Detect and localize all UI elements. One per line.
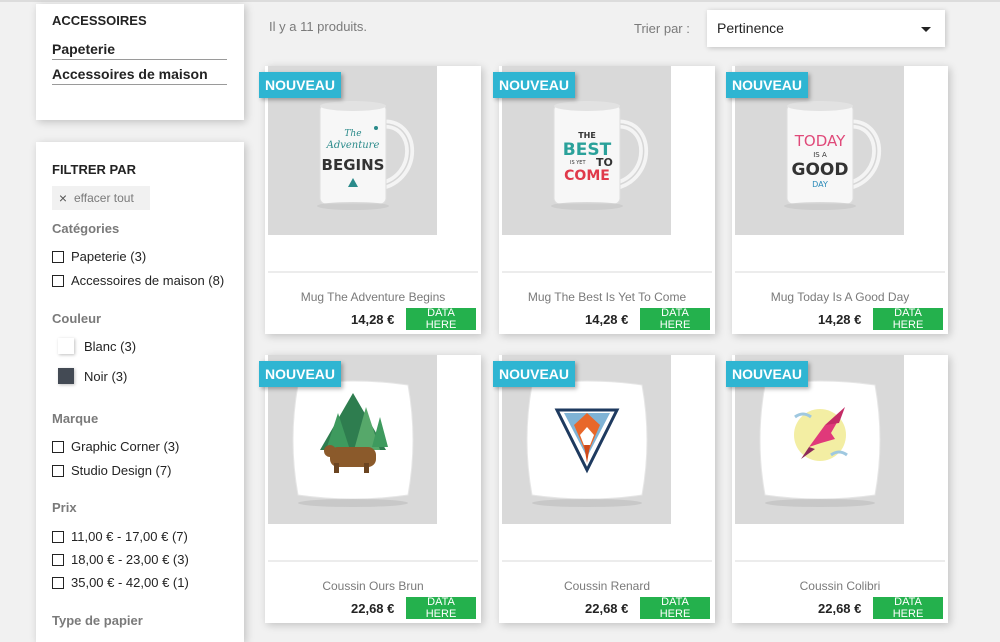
- sort-value: Pertinence: [717, 20, 784, 36]
- product-card[interactable]: TODAY IS A GOOD DAY NOUVEAU Mug Today Is…: [726, 66, 948, 334]
- section-brand: Marque: [52, 411, 99, 426]
- checkbox[interactable]: [52, 553, 64, 566]
- divider: [502, 560, 712, 562]
- color-swatch-black[interactable]: [58, 368, 74, 384]
- checkbox[interactable]: [52, 250, 64, 263]
- facet-color-noir[interactable]: Noir (3): [52, 368, 127, 384]
- facet-category-accessoires[interactable]: Accessoires de maison (8): [52, 273, 224, 288]
- product-price: 14,28 €: [351, 312, 395, 327]
- product-card[interactable]: NOUVEAU Coussin Renard 22,68 € DATA HERE: [493, 355, 715, 623]
- color-swatch-white[interactable]: [58, 338, 74, 354]
- facet-label: Papeterie (3): [71, 249, 147, 264]
- new-badge: NOUVEAU: [726, 72, 809, 98]
- data-here-button[interactable]: DATA HERE: [640, 307, 710, 331]
- clear-all-label: effacer tout: [74, 191, 134, 205]
- facet-color-blanc[interactable]: Blanc (3): [52, 338, 136, 354]
- product-card[interactable]: THE BEST IS YET TO COME NOUVEAU Mug The …: [493, 66, 715, 334]
- product-card[interactable]: The Adventure BEGINS NOUVEAU Mug The Adv…: [259, 66, 481, 334]
- facet-price-1[interactable]: 11,00 € - 17,00 € (7): [52, 529, 188, 544]
- data-here-button[interactable]: DATA HERE: [406, 307, 476, 331]
- mug-text: DAY: [812, 180, 828, 189]
- new-badge: NOUVEAU: [259, 361, 342, 387]
- new-badge: NOUVEAU: [493, 361, 576, 387]
- product-name[interactable]: Mug The Best Is Yet To Come: [499, 290, 715, 304]
- category-link-accessoires-maison[interactable]: Accessoires de maison: [52, 66, 227, 85]
- checkbox[interactable]: [52, 530, 64, 543]
- product-name[interactable]: Mug Today Is A Good Day: [732, 290, 948, 304]
- filters-panel: FILTRER PAR × effacer tout Catégories Pa…: [36, 142, 244, 642]
- new-badge: NOUVEAU: [726, 361, 809, 387]
- product-card[interactable]: NOUVEAU Coussin Colibri 22,68 € DATA HER…: [726, 355, 948, 623]
- mug-text: COME: [564, 168, 610, 184]
- section-paper-type: Type de papier: [52, 613, 143, 628]
- mug-text: TODAY: [794, 132, 846, 150]
- data-here-button[interactable]: DATA HERE: [873, 596, 943, 620]
- sort-select[interactable]: Pertinence: [707, 10, 945, 47]
- facet-label: Accessoires de maison (8): [71, 273, 225, 288]
- checkbox[interactable]: [52, 464, 64, 477]
- facet-label: 18,00 € - 23,00 € (3): [71, 552, 189, 567]
- divider: [735, 560, 945, 562]
- new-badge: NOUVEAU: [259, 72, 342, 98]
- divider: [502, 271, 712, 273]
- mug-text: IS A: [813, 151, 827, 159]
- filter-title: FILTRER PAR: [52, 162, 137, 177]
- category-link-papeterie[interactable]: Papeterie: [52, 41, 227, 60]
- chevron-down-icon: [921, 27, 931, 32]
- mug-text: GOOD: [792, 160, 849, 180]
- category-panel: ACCESSOIRES Papeterie Accessoires de mai…: [36, 4, 244, 120]
- mug-text: THE: [578, 131, 596, 140]
- data-here-button[interactable]: DATA HERE: [640, 596, 710, 620]
- product-name[interactable]: Coussin Colibri: [732, 579, 948, 593]
- category-title: ACCESSOIRES: [52, 13, 147, 28]
- mug-text: The: [344, 129, 361, 139]
- product-card[interactable]: NOUVEAU Coussin Ours Brun 22,68 € DATA H…: [259, 355, 481, 623]
- checkbox[interactable]: [52, 576, 64, 589]
- product-price: 22,68 €: [351, 601, 395, 616]
- sort-label: Trier par :: [634, 21, 690, 36]
- facet-price-2[interactable]: 18,00 € - 23,00 € (3): [52, 552, 189, 567]
- mug-text: BEGINS: [322, 156, 385, 174]
- product-price: 22,68 €: [585, 601, 629, 616]
- divider: [268, 271, 478, 273]
- close-icon: ×: [58, 190, 68, 206]
- section-color: Couleur: [52, 311, 102, 326]
- facet-label: Blanc (3): [84, 338, 137, 354]
- new-badge: NOUVEAU: [493, 72, 576, 98]
- data-here-button[interactable]: DATA HERE: [406, 596, 476, 620]
- top-border: [0, 0, 1000, 2]
- clear-all-button[interactable]: × effacer tout: [52, 186, 150, 210]
- product-name[interactable]: Coussin Renard: [499, 579, 715, 593]
- facet-brand-graphic-corner[interactable]: Graphic Corner (3): [52, 439, 179, 454]
- section-categories: Catégories: [52, 221, 120, 236]
- mug-text: Adventure: [326, 140, 380, 151]
- mug-text: IS YET: [570, 160, 586, 166]
- divider: [268, 560, 478, 562]
- product-count: Il y a 11 produits.: [269, 19, 368, 34]
- section-price: Prix: [52, 500, 77, 515]
- product-price: 22,68 €: [818, 601, 862, 616]
- product-price: 14,28 €: [818, 312, 862, 327]
- facet-label: Graphic Corner (3): [71, 439, 180, 454]
- facet-label: 35,00 € - 42,00 € (1): [71, 575, 189, 590]
- facet-label: Noir (3): [84, 368, 128, 384]
- product-price: 14,28 €: [585, 312, 629, 327]
- facet-category-papeterie[interactable]: Papeterie (3): [52, 249, 146, 264]
- checkbox[interactable]: [52, 440, 64, 453]
- data-here-button[interactable]: DATA HERE: [873, 307, 943, 331]
- facet-price-3[interactable]: 35,00 € - 42,00 € (1): [52, 575, 189, 590]
- divider: [735, 271, 945, 273]
- facet-label: 11,00 € - 17,00 € (7): [71, 529, 188, 544]
- facet-label: Studio Design (7): [71, 463, 172, 478]
- product-name[interactable]: Coussin Ours Brun: [265, 579, 481, 593]
- product-name[interactable]: Mug The Adventure Begins: [265, 290, 481, 304]
- facet-brand-studio-design[interactable]: Studio Design (7): [52, 463, 171, 478]
- checkbox[interactable]: [52, 274, 64, 287]
